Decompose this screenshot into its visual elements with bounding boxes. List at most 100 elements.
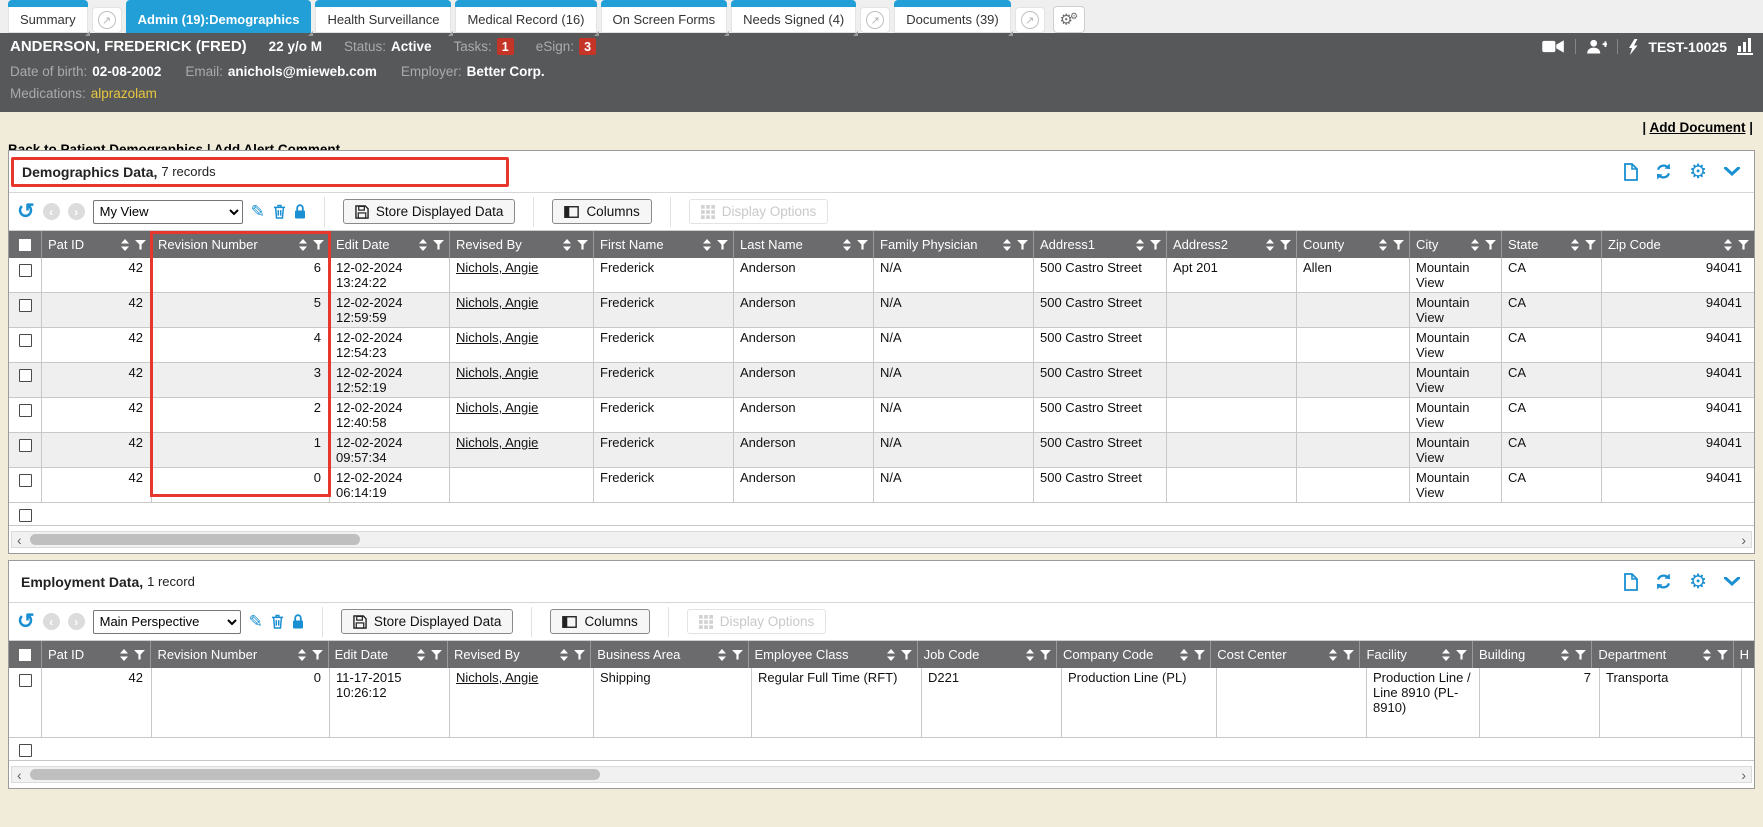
- sort-icon[interactable]: [1703, 649, 1711, 661]
- sort-icon[interactable]: [1136, 239, 1144, 251]
- sort-icon[interactable]: [1180, 649, 1188, 661]
- column-header-last-name[interactable]: Last Name: [733, 231, 873, 258]
- sort-icon[interactable]: [299, 239, 307, 251]
- filter-funnel-icon[interactable]: [1575, 650, 1586, 660]
- filter-funnel-icon[interactable]: [431, 650, 442, 660]
- sort-icon[interactable]: [1561, 649, 1569, 661]
- row-checkbox[interactable]: [19, 264, 32, 277]
- column-header-zip-code[interactable]: Zip Code: [1601, 231, 1754, 258]
- revised-by-link[interactable]: Nichols, Angie: [456, 365, 538, 380]
- sort-icon[interactable]: [1026, 649, 1034, 661]
- row-checkbox[interactable]: [19, 509, 32, 522]
- lightning-bolt-icon[interactable]: [1628, 39, 1638, 55]
- revised-by-link[interactable]: Nichols, Angie: [456, 670, 538, 685]
- filter-funnel-icon[interactable]: [1040, 650, 1051, 660]
- filter-funnel-icon[interactable]: [857, 240, 868, 250]
- view-selector[interactable]: My View: [93, 200, 243, 224]
- filter-funnel-icon[interactable]: [574, 650, 585, 660]
- filter-funnel-icon[interactable]: [134, 650, 145, 660]
- gear-icon[interactable]: ⚙: [1689, 573, 1707, 591]
- sort-icon[interactable]: [298, 649, 306, 661]
- filter-funnel-icon[interactable]: [433, 240, 444, 250]
- bar-chart-icon[interactable]: [1737, 38, 1753, 55]
- delete-view-trash-icon[interactable]: [273, 204, 286, 219]
- new-document-icon[interactable]: [1624, 163, 1638, 181]
- column-header-first-name[interactable]: First Name: [593, 231, 733, 258]
- filter-funnel-icon[interactable]: [732, 650, 743, 660]
- tab-summary[interactable]: Summary: [8, 0, 88, 33]
- filter-funnel-icon[interactable]: [1485, 240, 1496, 250]
- select-all-checkbox[interactable]: [19, 239, 31, 251]
- sort-icon[interactable]: [1471, 239, 1479, 251]
- chevron-down-icon[interactable]: [1724, 167, 1740, 176]
- column-header-pat-id[interactable]: Pat ID: [41, 641, 150, 668]
- filter-funnel-icon[interactable]: [1456, 650, 1467, 660]
- tab-medical-record[interactable]: Medical Record (16): [455, 0, 596, 33]
- add-document-link[interactable]: Add Document: [1649, 120, 1745, 135]
- row-checkbox[interactable]: [19, 474, 32, 487]
- sort-icon[interactable]: [1329, 649, 1337, 661]
- column-header-address1[interactable]: Address1: [1033, 231, 1166, 258]
- column-header-revision-number[interactable]: Revision Number: [151, 231, 329, 258]
- sort-icon[interactable]: [887, 649, 895, 661]
- lock-view-icon[interactable]: [294, 204, 306, 219]
- undo-icon[interactable]: ↺: [17, 612, 35, 632]
- tab-on-screen-forms[interactable]: On Screen Forms: [601, 0, 728, 33]
- view-selector[interactable]: Main Perspective: [93, 610, 241, 634]
- sort-icon[interactable]: [1442, 649, 1450, 661]
- columns-button[interactable]: Columns: [550, 609, 649, 634]
- next-view-button[interactable]: ›: [68, 613, 85, 630]
- row-checkbox[interactable]: [19, 404, 32, 417]
- scroll-left-arrow[interactable]: ‹: [12, 768, 27, 782]
- scrollbar-thumb[interactable]: [30, 534, 360, 545]
- delete-view-trash-icon[interactable]: [271, 614, 284, 629]
- scroll-right-arrow[interactable]: ›: [1736, 533, 1751, 547]
- column-header-address2[interactable]: Address2: [1166, 231, 1296, 258]
- refresh-icon[interactable]: [1655, 573, 1672, 590]
- row-checkbox[interactable]: [19, 744, 32, 757]
- needs-signed-popout-button[interactable]: ↗: [860, 7, 890, 33]
- sort-icon[interactable]: [1379, 239, 1387, 251]
- esign-count-badge[interactable]: 3: [579, 38, 596, 55]
- revised-by-link[interactable]: Nichols, Angie: [456, 295, 538, 310]
- filter-funnel-icon[interactable]: [135, 240, 146, 250]
- column-header-revised-by[interactable]: Revised By: [449, 231, 593, 258]
- scroll-left-arrow[interactable]: ‹: [12, 533, 27, 547]
- filter-funnel-icon[interactable]: [1717, 650, 1728, 660]
- revised-by-link[interactable]: Nichols, Angie: [456, 400, 538, 415]
- select-all-checkbox[interactable]: [19, 649, 31, 661]
- sort-icon[interactable]: [718, 649, 726, 661]
- tab-documents[interactable]: Documents (39): [894, 0, 1010, 33]
- column-header-city[interactable]: City: [1409, 231, 1501, 258]
- sort-icon[interactable]: [121, 239, 129, 251]
- sort-icon[interactable]: [417, 649, 425, 661]
- store-displayed-data-button[interactable]: Store Displayed Data: [343, 199, 516, 224]
- filter-funnel-icon[interactable]: [1280, 240, 1291, 250]
- lock-view-icon[interactable]: [292, 614, 304, 629]
- revised-by-link[interactable]: Nichols, Angie: [456, 330, 538, 345]
- column-header-building[interactable]: Building: [1472, 641, 1591, 668]
- filter-funnel-icon[interactable]: [1150, 240, 1161, 250]
- revised-by-link[interactable]: Nichols, Angie: [456, 435, 538, 450]
- column-header-edit-date[interactable]: Edit Date: [328, 641, 447, 668]
- row-checkbox[interactable]: [19, 369, 32, 382]
- tab-needs-signed[interactable]: Needs Signed (4): [731, 0, 856, 33]
- filter-funnel-icon[interactable]: [1343, 650, 1354, 660]
- filter-funnel-icon[interactable]: [717, 240, 728, 250]
- filter-funnel-icon[interactable]: [1738, 240, 1749, 250]
- horizontal-scrollbar[interactable]: ‹ ›: [11, 531, 1752, 548]
- add-person-icon[interactable]: [1586, 39, 1607, 54]
- column-header-cost-center[interactable]: Cost Center: [1210, 641, 1359, 668]
- filter-funnel-icon[interactable]: [312, 650, 323, 660]
- sort-icon[interactable]: [1571, 239, 1579, 251]
- row-checkbox[interactable]: [19, 299, 32, 312]
- sort-icon[interactable]: [843, 239, 851, 251]
- medications-value[interactable]: alprazolam: [91, 86, 157, 101]
- tasks-count-badge[interactable]: 1: [497, 38, 514, 55]
- filter-funnel-icon[interactable]: [1585, 240, 1596, 250]
- column-header-revision-number[interactable]: Revision Number: [150, 641, 327, 668]
- sort-icon[interactable]: [563, 239, 571, 251]
- column-header-state[interactable]: State: [1501, 231, 1601, 258]
- sort-icon[interactable]: [1003, 239, 1011, 251]
- scrollbar-thumb[interactable]: [30, 769, 600, 780]
